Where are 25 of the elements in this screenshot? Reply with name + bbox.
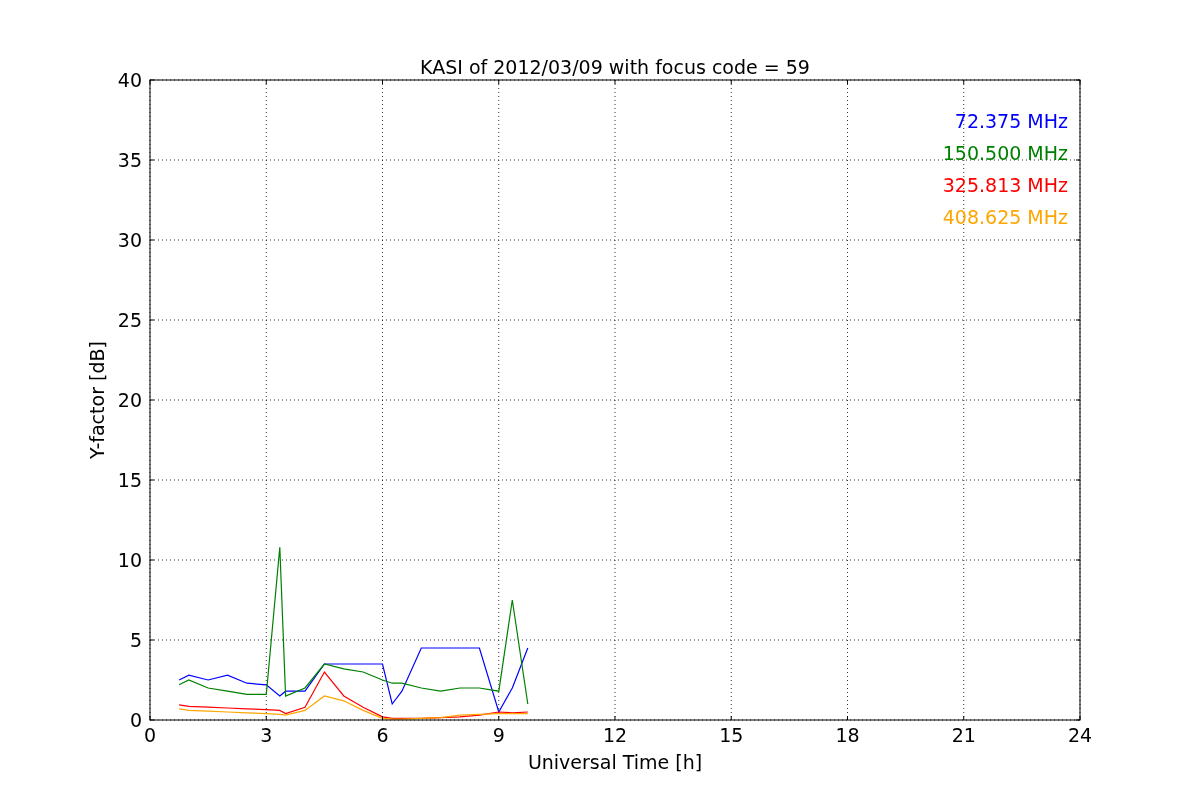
y-axis-label: Y-factor [dB] (86, 341, 108, 459)
y-tick-label: 5 (129, 629, 142, 651)
x-tick-label: 3 (260, 724, 273, 746)
y-tick-label: 25 (117, 309, 142, 331)
y-tick-label: 35 (117, 149, 142, 171)
y-tick-label: 30 (117, 229, 142, 251)
x-tick-label: 9 (492, 724, 505, 746)
x-axis-label: Universal Time [h] (527, 751, 703, 773)
y-tick-label: 0 (129, 709, 142, 731)
legend-entry: 72.375 MHz (954, 110, 1068, 132)
x-tick-label: 6 (376, 724, 389, 746)
y-tick-label: 15 (117, 469, 142, 491)
y-tick-label: 20 (117, 389, 142, 411)
x-tick-label: 0 (143, 724, 157, 746)
legend-entry: 408.625 MHz (942, 206, 1068, 228)
x-tick-label: 12 (602, 724, 628, 746)
x-tick-label: 21 (951, 724, 976, 746)
y-tick-label: 10 (117, 549, 142, 571)
x-tick-label: 24 (1067, 724, 1093, 746)
x-tick-label: 15 (719, 724, 744, 746)
legend-entry: 150.500 MHz (942, 142, 1068, 164)
legend-entry: 325.813 MHz (942, 174, 1068, 196)
chart-title: KASI of 2012/03/09 with focus code = 59 (420, 56, 810, 78)
x-tick-label: 18 (835, 724, 860, 746)
y-tick-label: 40 (117, 69, 142, 91)
